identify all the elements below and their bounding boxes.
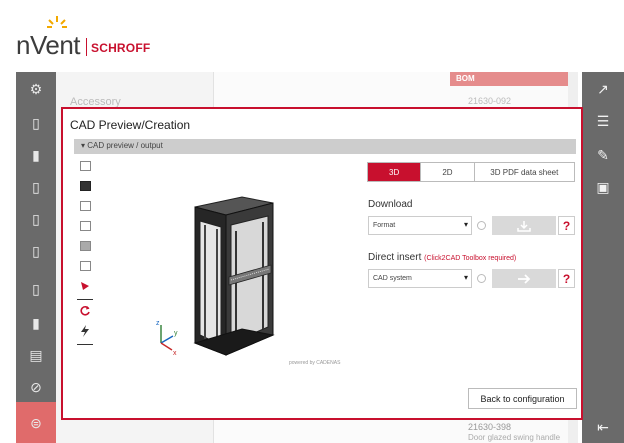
format-select-value: Format	[373, 222, 396, 229]
direct-insert-help-button[interactable]: ?	[558, 269, 575, 288]
direct-insert-button[interactable]	[492, 269, 556, 288]
bom-part-number: 21630-092	[468, 96, 512, 106]
powered-by-label: powered by CADENAS	[289, 360, 341, 366]
view-toolbar	[77, 159, 99, 349]
tab-2d[interactable]: 2D	[421, 163, 475, 181]
toolbox-required-note: (Click2CAD Toolbox required)	[424, 255, 517, 262]
settings-icon[interactable]: ⚙	[26, 78, 46, 100]
brand-name: nVent	[16, 30, 81, 60]
left-sidebar: ⚙ ▯ ▮ ▯ ▯ ▯ ▯ ▮ ▤ ⊘ ⊜	[16, 72, 56, 443]
toolbar-divider	[77, 344, 93, 345]
active-nav-item[interactable]: ⊜	[16, 402, 56, 443]
chevron-down-icon: ▾	[463, 220, 468, 229]
axis-label-x: x	[173, 350, 177, 357]
axis-triad: z y x	[156, 320, 178, 357]
direct-insert-heading: Direct insert (Click2CAD Toolbox require…	[368, 252, 516, 263]
chevron-down-icon: ▾	[463, 273, 468, 282]
toolbar-divider	[77, 299, 93, 300]
cad-preview-dialog: CAD Preview/Creation ▾ CAD preview / out…	[61, 107, 583, 420]
view-side-icon[interactable]	[77, 199, 93, 213]
list-icon[interactable]: ☰	[592, 110, 614, 132]
view-front-icon[interactable]	[77, 179, 93, 193]
rack-icon[interactable]: ▤	[26, 344, 46, 366]
cabinet-icon-4[interactable]: ▯	[26, 208, 46, 230]
dialog-title: CAD Preview/Creation	[70, 118, 191, 132]
cabinet-icon-6[interactable]: ▯	[26, 278, 46, 300]
cad-system-select[interactable]: CAD system ▾	[368, 269, 472, 288]
axis-label-z: z	[156, 320, 160, 327]
no-entry-icon[interactable]: ⊘	[26, 376, 46, 398]
bom-part-description: Door glazed swing handle	[468, 433, 561, 442]
back-to-configuration-button[interactable]: Back to configuration	[468, 388, 577, 409]
axis-label-y: y	[174, 330, 178, 337]
cad-system-select-value: CAD system	[373, 275, 412, 282]
cabinet-icon-3[interactable]: ▯	[26, 176, 46, 198]
save-icon[interactable]: ▣	[592, 176, 614, 198]
right-sidebar: ↗ ☰ ✎ ▣ ⇤	[582, 72, 624, 443]
download-icon	[517, 220, 531, 232]
pin-icon[interactable]: ✎	[592, 144, 614, 166]
view-iso-icon[interactable]	[77, 159, 93, 173]
view-top-icon[interactable]	[77, 219, 93, 233]
cabinet-icon-7[interactable]: ▮	[26, 312, 46, 334]
cabinet-3d-viewer[interactable]: z y x	[101, 159, 353, 367]
external-link-icon[interactable]: ↗	[592, 78, 614, 100]
format-select[interactable]: Format ▾	[368, 216, 472, 235]
brand-product: SCHROFF	[91, 41, 151, 55]
view-shaded-icon[interactable]	[77, 239, 93, 253]
cabinet-model	[193, 196, 275, 356]
list-circle-icon: ⊜	[30, 414, 42, 431]
cad-preview-section-toggle[interactable]: ▾ CAD preview / output	[74, 139, 576, 154]
view-wireframe-icon[interactable]	[77, 259, 93, 273]
direct-insert-radio[interactable]	[477, 274, 486, 283]
reset-view-icon[interactable]	[77, 304, 93, 318]
brand-divider	[86, 38, 87, 56]
sun-logo-icon	[47, 16, 67, 28]
download-button[interactable]	[492, 216, 556, 235]
download-radio[interactable]	[477, 221, 486, 230]
tab-3d-pdf[interactable]: 3D PDF data sheet	[474, 163, 575, 181]
brand-logo: nVent SCHROFF	[16, 14, 176, 62]
cabinet-icon-5[interactable]: ▯	[26, 240, 46, 262]
bom-header: BOM	[450, 72, 568, 86]
cabinet-icon-2[interactable]: ▮	[26, 144, 46, 166]
output-tabs: 3D 2D 3D PDF data sheet	[367, 162, 575, 182]
arrow-right-icon	[518, 273, 531, 284]
direct-insert-label: Direct insert	[368, 252, 422, 263]
collapse-icon[interactable]: ⇤	[592, 416, 614, 438]
cabinet-icon-1[interactable]: ▯	[26, 112, 46, 134]
bom-part-number: 21630-398	[468, 422, 512, 432]
lightning-icon[interactable]	[77, 324, 93, 338]
download-help-button[interactable]: ?	[558, 216, 575, 235]
download-heading: Download	[368, 199, 413, 210]
tab-3d[interactable]: 3D	[368, 163, 422, 181]
clip-plane-icon[interactable]	[77, 279, 93, 293]
